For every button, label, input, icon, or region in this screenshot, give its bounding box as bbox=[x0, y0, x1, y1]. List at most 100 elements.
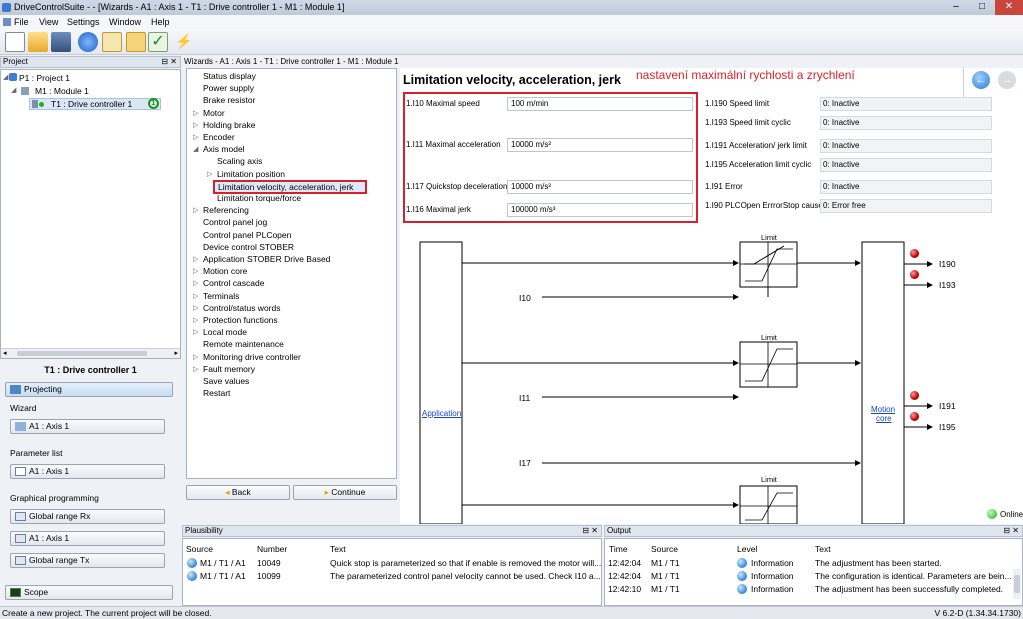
open-project-icon[interactable] bbox=[28, 32, 48, 52]
output-cell-source[interactable]: M1 / T1 bbox=[651, 571, 680, 581]
wizard-item[interactable]: Scaling axis bbox=[217, 156, 262, 166]
maximize-button[interactable]: □ bbox=[969, 0, 995, 15]
plausibility-pin[interactable]: ⊟ ✕ bbox=[582, 526, 598, 536]
expand-icon[interactable]: ▷ bbox=[193, 267, 198, 275]
connect-icon[interactable]: ⚡ bbox=[174, 32, 194, 52]
output-cell-time[interactable]: 12:42:10 bbox=[608, 584, 641, 594]
wizard-item[interactable]: Brake resistor bbox=[203, 95, 255, 105]
wizard-item[interactable]: Local mode bbox=[203, 327, 247, 337]
menu-help[interactable]: Help bbox=[151, 17, 170, 27]
output-cell-source[interactable]: M1 / T1 bbox=[651, 558, 680, 568]
wizard-item[interactable]: Control cascade bbox=[203, 278, 264, 288]
expand-icon[interactable]: ▷ bbox=[193, 304, 198, 312]
output-vscrollbar[interactable] bbox=[1013, 569, 1021, 599]
tree-project[interactable]: P1 : Project 1 bbox=[19, 73, 70, 83]
projecting-button[interactable]: Projecting bbox=[5, 382, 173, 397]
parameter-axis-button[interactable]: A1 : Axis 1 bbox=[10, 464, 165, 479]
wizard-item[interactable]: Control/status words bbox=[203, 303, 280, 313]
close-button[interactable]: ✕ bbox=[995, 0, 1023, 15]
output-cell-text[interactable]: The configuration is identical. Paramete… bbox=[815, 571, 1012, 581]
output-scroll-thumb[interactable] bbox=[1014, 575, 1020, 593]
global-range-tx-button[interactable]: Global range Tx bbox=[10, 553, 165, 568]
global-range-rx-button[interactable]: Global range Rx bbox=[10, 509, 165, 524]
output-cell-level[interactable]: Information bbox=[751, 558, 794, 568]
project-tree-hscrollbar[interactable]: ◂ ▸ bbox=[1, 348, 180, 358]
info-icon[interactable] bbox=[78, 32, 98, 52]
wizard-item[interactable]: Motor bbox=[203, 108, 225, 118]
wizard-item[interactable]: Limitation torque/force bbox=[217, 193, 301, 203]
expand-icon[interactable]: ▷ bbox=[193, 109, 198, 117]
expand-icon[interactable]: ▷ bbox=[193, 365, 198, 373]
wizard-item[interactable]: Holding brake bbox=[203, 120, 255, 130]
out-col-text[interactable]: Text bbox=[815, 544, 831, 554]
back-button[interactable]: ◂ Back bbox=[186, 485, 290, 500]
minimize-button[interactable]: – bbox=[943, 0, 969, 15]
wizard-item[interactable]: Referencing bbox=[203, 205, 249, 215]
collapse-icon[interactable]: ◢ bbox=[193, 145, 198, 153]
expand-icon[interactable]: ◢ bbox=[11, 86, 16, 94]
output-cell-time[interactable]: 12:42:04 bbox=[608, 571, 641, 581]
wizard-item[interactable]: Encoder bbox=[203, 132, 235, 142]
motion-core-link-2[interactable]: core bbox=[876, 414, 892, 423]
expand-icon[interactable]: ▷ bbox=[193, 279, 198, 287]
scroll-right-icon[interactable]: ▸ bbox=[174, 349, 178, 357]
output-cell-level[interactable]: Information bbox=[751, 571, 794, 581]
menu-file[interactable]: File bbox=[14, 17, 29, 27]
output-pin[interactable]: ⊟ ✕ bbox=[1003, 526, 1019, 536]
wizard-item[interactable]: Device control STOBER bbox=[203, 242, 294, 252]
continue-button[interactable]: ▸ Continue bbox=[293, 485, 397, 500]
plausibility-cell-text[interactable]: Quick stop is parameterized so that if e… bbox=[330, 558, 601, 568]
new-project-icon[interactable] bbox=[5, 32, 25, 52]
wizard-item[interactable]: Restart bbox=[203, 388, 230, 398]
out-col-level[interactable]: Level bbox=[737, 544, 757, 554]
application-link[interactable]: Application bbox=[422, 409, 461, 418]
wizard-axis-button[interactable]: A1 : Axis 1 bbox=[10, 419, 165, 434]
save-icon[interactable] bbox=[51, 32, 71, 52]
plausibility-cell-number[interactable]: 10049 bbox=[257, 558, 281, 568]
output-cell-text[interactable]: The adjustment has been started. bbox=[815, 558, 942, 568]
plaus-col-source[interactable]: Source bbox=[186, 544, 213, 554]
output-cell-level[interactable]: Information bbox=[751, 584, 794, 594]
expand-icon[interactable]: ◢ bbox=[3, 73, 8, 81]
expand-icon[interactable]: ▷ bbox=[193, 206, 198, 214]
param-value-input[interactable]: 100000 m/s³ bbox=[507, 203, 693, 217]
plaus-col-number[interactable]: Number bbox=[257, 544, 287, 554]
wizard-item[interactable]: Power supply bbox=[203, 83, 254, 93]
menu-window[interactable]: Window bbox=[109, 17, 141, 27]
expand-icon[interactable]: ▷ bbox=[193, 328, 198, 336]
wizard-item[interactable]: Control panel PLCopen bbox=[203, 230, 291, 240]
out-col-time[interactable]: Time bbox=[609, 544, 628, 554]
wizard-item[interactable]: Monitoring drive controller bbox=[203, 352, 301, 362]
plaus-col-text[interactable]: Text bbox=[330, 544, 346, 554]
wizard-item[interactable]: Motion core bbox=[203, 266, 247, 276]
wizard-item[interactable]: Protection functions bbox=[203, 315, 278, 325]
wizard-item[interactable]: Terminals bbox=[203, 291, 239, 301]
tree-drive-controller[interactable]: T1 : Drive controller 1 bbox=[51, 99, 132, 109]
wizard-item[interactable]: Remote maintenance bbox=[203, 339, 284, 349]
plausibility-cell-source[interactable]: M1 / T1 / A1 bbox=[200, 571, 246, 581]
expand-icon[interactable]: ▷ bbox=[193, 316, 198, 324]
nav-forward-icon[interactable]: → bbox=[998, 71, 1016, 89]
graph-axis-button[interactable]: A1 : Axis 1 bbox=[10, 531, 165, 546]
scope-button[interactable]: Scope bbox=[5, 585, 173, 600]
expand-icon[interactable]: ▷ bbox=[207, 170, 212, 178]
wizard-item[interactable]: Status display bbox=[203, 71, 256, 81]
menu-view[interactable]: View bbox=[39, 17, 58, 27]
expand-icon[interactable]: ▷ bbox=[193, 255, 198, 263]
output-cell-time[interactable]: 12:42:04 bbox=[608, 558, 641, 568]
plausibility-cell-source[interactable]: M1 / T1 / A1 bbox=[200, 558, 246, 568]
motion-core-link-1[interactable]: Motion bbox=[871, 405, 895, 414]
param-value-input[interactable]: 100 m/min bbox=[507, 97, 693, 111]
nav-back-icon[interactable]: ← bbox=[972, 71, 990, 89]
plausibility-cell-text[interactable]: The parameterized control panel velocity… bbox=[330, 571, 601, 581]
wizard-item[interactable]: Control panel jog bbox=[203, 217, 267, 227]
tree-module[interactable]: M1 : Module 1 bbox=[35, 86, 89, 96]
wizard-item[interactable]: Application STOBER Drive Based bbox=[203, 254, 330, 264]
check-icon[interactable]: ✓ bbox=[148, 32, 168, 52]
expand-icon[interactable]: ▷ bbox=[193, 292, 198, 300]
scroll-left-icon[interactable]: ◂ bbox=[3, 349, 7, 357]
wizard-item[interactable]: Axis model bbox=[203, 144, 245, 154]
wizard-item[interactable]: Save values bbox=[203, 376, 249, 386]
project-panel-pin[interactable]: ⊟ ✕ bbox=[161, 57, 177, 67]
param-value-input[interactable]: 10000 m/s² bbox=[507, 180, 693, 194]
